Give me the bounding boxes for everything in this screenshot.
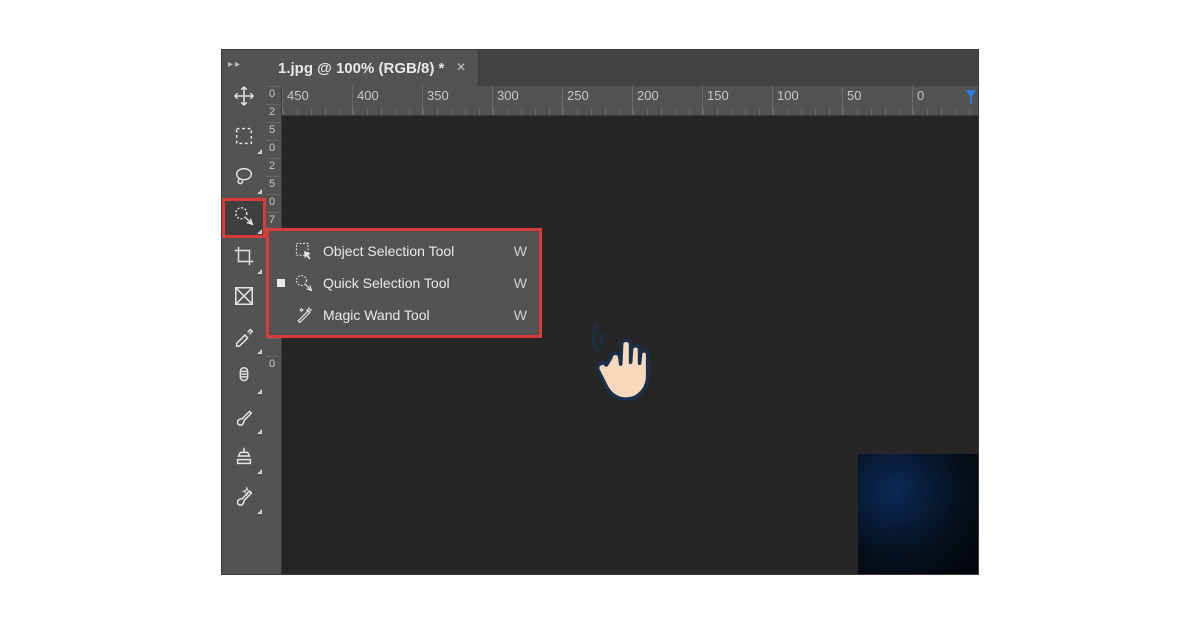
- flyout-item-label: Quick Selection Tool: [323, 275, 506, 291]
- object-selection-icon: [293, 240, 315, 262]
- history-brush-icon: [233, 485, 255, 512]
- document-tab[interactable]: 1.jpg @ 100% (RGB/8) * ×: [266, 50, 479, 86]
- clone-stamp-tool[interactable]: [222, 438, 266, 478]
- ruler-tick: 50: [842, 86, 912, 115]
- flyout-item-shortcut: W: [514, 243, 527, 259]
- selection-tool-flyout: Object Selection Tool W Quick Selection …: [266, 228, 542, 338]
- move-icon: [233, 85, 255, 112]
- healing-brush-tool[interactable]: [222, 358, 266, 398]
- flyout-item-shortcut: W: [514, 307, 527, 323]
- document-tab-title: 1.jpg @ 100% (RGB/8) *: [278, 60, 444, 77]
- tools-panel: [222, 78, 266, 574]
- quick-selection-tool[interactable]: [222, 198, 266, 238]
- move-tool[interactable]: [222, 78, 266, 118]
- ruler-tick: 400: [352, 86, 422, 115]
- toolbar-expand-grip[interactable]: ▸▸: [222, 50, 266, 78]
- close-icon[interactable]: ×: [456, 59, 465, 77]
- crop-icon: [233, 245, 255, 272]
- marquee-icon: [233, 125, 255, 152]
- ruler-tick: 200: [632, 86, 702, 115]
- quick-selection-icon: [233, 205, 255, 232]
- eyedropper-tool[interactable]: [222, 318, 266, 358]
- ruler-tick: 300: [492, 86, 562, 115]
- healing-brush-icon: [233, 365, 255, 392]
- flyout-item-object-selection[interactable]: Object Selection Tool W: [269, 235, 539, 267]
- eyedropper-icon: [233, 325, 255, 352]
- brush-icon: [233, 405, 255, 432]
- lasso-tool[interactable]: [222, 158, 266, 198]
- ruler-tick: 0: [266, 194, 281, 212]
- clone-stamp-icon: [233, 445, 255, 472]
- flyout-item-label: Magic Wand Tool: [323, 307, 506, 323]
- magic-wand-icon: [293, 304, 315, 326]
- brush-tool[interactable]: [222, 398, 266, 438]
- photoshop-window: ▸▸ 1.jpg @ 100% (RGB/8) * × 450 400 350 …: [222, 50, 978, 574]
- frame-tool[interactable]: [222, 278, 266, 318]
- flyout-item-quick-selection[interactable]: Quick Selection Tool W: [269, 267, 539, 299]
- ruler-tick: 0: [266, 356, 281, 374]
- document-tab-bar: 1.jpg @ 100% (RGB/8) * ×: [266, 50, 978, 86]
- pointing-hand-icon: [582, 320, 672, 410]
- ruler-tick: 450: [282, 86, 352, 115]
- frame-icon: [233, 285, 255, 312]
- ruler-tick: 0: [266, 140, 281, 158]
- ruler-tick: [266, 338, 281, 356]
- chevron-down-icon: [964, 88, 978, 106]
- ruler-tick: 350: [422, 86, 492, 115]
- crop-tool[interactable]: [222, 238, 266, 278]
- marquee-tool[interactable]: [222, 118, 266, 158]
- ruler-tick: 2: [266, 104, 281, 122]
- ruler-tick: 0: [266, 86, 281, 104]
- history-brush-tool[interactable]: [222, 478, 266, 518]
- ruler-tick: 100: [772, 86, 842, 115]
- ruler-tick: 5: [266, 122, 281, 140]
- ruler-tick: 5: [266, 176, 281, 194]
- lasso-icon: [233, 165, 255, 192]
- quick-selection-icon: [293, 272, 315, 294]
- open-image-thumbnail: [858, 454, 978, 574]
- selected-indicator: [277, 279, 285, 287]
- flyout-item-magic-wand[interactable]: Magic Wand Tool W: [269, 299, 539, 331]
- horizontal-ruler[interactable]: 450 400 350 300 250 200 150 100 50 0 50: [282, 86, 978, 116]
- ruler-tick: 2: [266, 158, 281, 176]
- ruler-tick: 250: [562, 86, 632, 115]
- flyout-item-shortcut: W: [514, 275, 527, 291]
- ruler-tick: 150: [702, 86, 772, 115]
- flyout-item-label: Object Selection Tool: [323, 243, 506, 259]
